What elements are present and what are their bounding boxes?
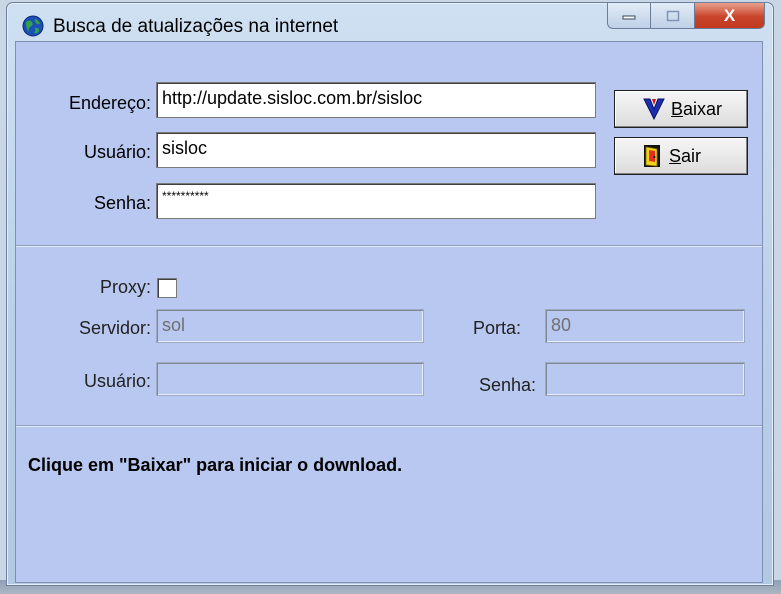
- proxy-port-label: Porta:: [472, 318, 521, 338]
- user-input[interactable]: sisloc: [156, 132, 596, 168]
- proxy-user-input[interactable]: [156, 362, 424, 396]
- minimize-button[interactable]: [607, 3, 651, 29]
- exit-button[interactable]: Sair: [614, 137, 748, 175]
- password-input[interactable]: **********: [156, 183, 596, 219]
- address-input[interactable]: http://update.sisloc.com.br/sisloc: [156, 82, 596, 118]
- close-icon: X: [723, 5, 736, 25]
- download-button-label: aixar: [683, 98, 723, 119]
- password-label: Senha:: [93, 193, 151, 213]
- minimize-icon: [622, 15, 636, 19]
- proxy-label: Proxy:: [99, 277, 151, 297]
- proxy-user-label: Usuário:: [83, 371, 151, 391]
- window-controls: X: [607, 3, 765, 29]
- proxy-server-label: Servidor:: [78, 318, 151, 338]
- divider: [16, 425, 762, 427]
- proxy-port-input[interactable]: 80: [545, 309, 745, 343]
- globe-icon: [22, 15, 44, 37]
- proxy-checkbox[interactable]: [157, 278, 177, 298]
- maximize-button[interactable]: [651, 3, 695, 29]
- download-button[interactable]: Baixar: [614, 90, 748, 128]
- maximize-icon: [666, 10, 679, 21]
- title-bar[interactable]: Busca de atualizações na internet X: [7, 3, 773, 41]
- proxy-password-label: Senha:: [478, 375, 536, 395]
- window-title: Busca de atualizações na internet: [53, 16, 339, 37]
- user-label: Usuário:: [83, 142, 151, 162]
- proxy-server-input[interactable]: sol: [156, 309, 424, 343]
- proxy-password-input[interactable]: [545, 362, 745, 396]
- dialog-body: Endereço: http://update.sisloc.com.br/si…: [15, 41, 763, 583]
- dialog-window: Busca de atualizações na internet X Ende…: [6, 2, 774, 586]
- download-accelerator: B: [671, 98, 684, 119]
- divider: [16, 245, 762, 247]
- exit-button-label: air: [681, 145, 702, 166]
- exit-door-icon: [644, 145, 660, 167]
- status-message: Clique em "Baixar" para iniciar o downlo…: [28, 455, 403, 475]
- address-label: Endereço:: [68, 93, 151, 113]
- close-button[interactable]: X: [695, 3, 765, 29]
- exit-accelerator: S: [669, 145, 682, 166]
- down-arrow-icon: [643, 98, 665, 121]
